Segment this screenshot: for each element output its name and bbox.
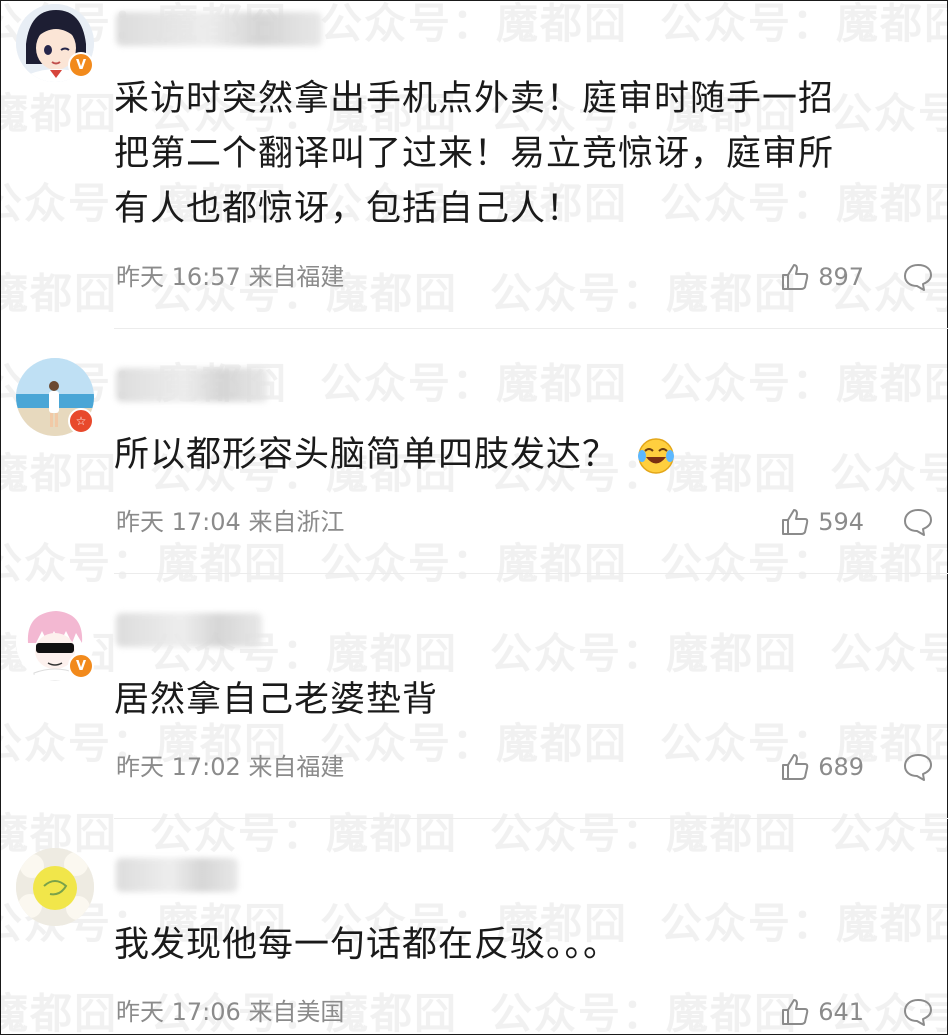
comment-item: V 采访时突然拿出手机点外卖！庭审时随手一招 把第二个翻译叫了过来！易立竞惊讶，… [0, 0, 948, 330]
like-button[interactable]: 641 [780, 997, 864, 1027]
comment-location: 来自美国 [248, 998, 345, 1026]
comment-text-line: 采访时突然拿出手机点外卖！庭审时随手一招 [114, 79, 835, 119]
comment-time: 昨天 17:02 [116, 753, 241, 781]
comment-time: 昨天 16:57 [116, 263, 241, 291]
laughing-tears-emoji-icon [638, 438, 675, 474]
username-blurred[interactable] [116, 613, 262, 647]
like-count: 594 [818, 508, 864, 536]
comment-location: 来自福建 [248, 263, 345, 291]
comment-text-line: 所以都形容头脑简单四肢发达？ [114, 435, 619, 475]
like-count: 689 [818, 753, 864, 781]
comment-time: 昨天 17:06 [116, 998, 241, 1026]
like-count: 641 [818, 998, 864, 1026]
username-blurred[interactable] [116, 368, 268, 402]
comment-meta: 昨天 17:04 来自浙江 [116, 507, 344, 537]
comment-time: 昨天 17:04 [116, 508, 241, 536]
avatar[interactable] [16, 848, 94, 926]
comment-item: ☆ 所以都形容头脑简单四肢发达？ 昨天 17:04 来自浙江 594 [0, 330, 948, 575]
comment-location: 来自浙江 [248, 508, 345, 536]
username-blurred[interactable] [116, 858, 238, 892]
like-button[interactable]: 689 [780, 752, 864, 782]
verified-badge-icon: V [68, 52, 94, 78]
like-button[interactable]: 897 [780, 262, 864, 292]
comment-text: 采访时突然拿出手机点外卖！庭审时随手一招 把第二个翻译叫了过来！易立竞惊讶，庭审… [114, 72, 918, 237]
reply-bubble-icon[interactable] [902, 752, 934, 782]
divider [114, 573, 948, 574]
reply-bubble-icon[interactable] [902, 997, 934, 1027]
comment-meta: 昨天 17:06 来自美国 [116, 997, 344, 1027]
like-button[interactable]: 594 [780, 507, 864, 537]
comment-text: 居然拿自己老婆垫背 [114, 673, 918, 728]
username-blurred[interactable] [116, 12, 322, 46]
comment-location: 来自福建 [248, 753, 345, 781]
comment-text-line: 我发现他每一句话都在反驳。。。 [114, 925, 620, 965]
verified-badge-icon: V [68, 653, 94, 679]
comment-text: 所以都形容头脑简单四肢发达？ [114, 428, 918, 483]
reply-bubble-icon[interactable] [902, 262, 934, 292]
comment-text-line: 有人也都惊讶，包括自己人！ [114, 189, 583, 229]
divider [114, 818, 948, 819]
thumbs-up-icon [782, 999, 809, 1025]
comment-item: 我发现他每一句话都在反驳。。。 昨天 17:06 来自美国 641 [0, 820, 948, 1035]
thumbs-up-icon [782, 509, 809, 535]
comment-text: 我发现他每一句话都在反驳。。。 [114, 918, 918, 973]
comment-text-line: 把第二个翻译叫了过来！易立竞惊讶，庭审所 [114, 134, 835, 174]
thumbs-up-icon [782, 264, 809, 290]
divider [114, 328, 948, 329]
thumbs-up-icon [782, 754, 809, 780]
star-badge-icon: ☆ [68, 408, 94, 434]
comment-meta: 昨天 17:02 来自福建 [116, 752, 344, 782]
comment-item: V 居然拿自己老婆垫背 昨天 17:02 来自福建 689 [0, 575, 948, 820]
comment-text-line: 居然拿自己老婆垫背 [114, 680, 439, 720]
reply-bubble-icon[interactable] [902, 507, 934, 537]
comment-meta: 昨天 16:57 来自福建 [116, 262, 344, 292]
like-count: 897 [818, 263, 864, 291]
